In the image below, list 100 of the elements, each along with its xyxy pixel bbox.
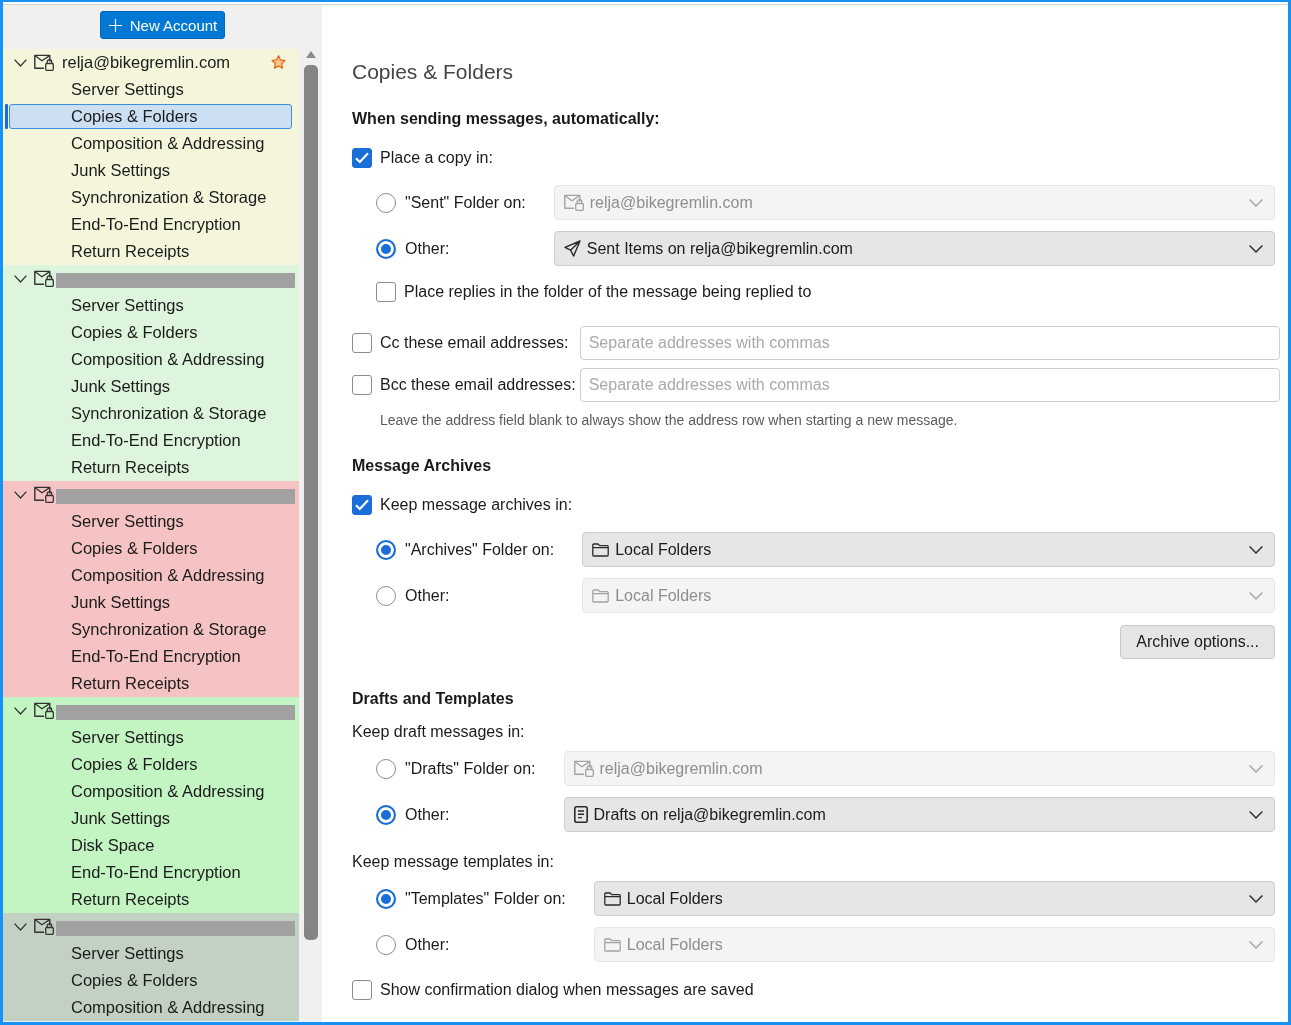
radio-button[interactable]: [376, 238, 396, 259]
tree-item[interactable]: Composition & Addressing: [9, 779, 292, 804]
radio-button[interactable]: [376, 192, 396, 213]
radio-label: "Archives" Folder on:: [405, 539, 555, 560]
mail-lock-icon: [34, 54, 54, 71]
chevron-down-icon: [1249, 198, 1263, 207]
tree-item[interactable]: End-To-End Encryption: [9, 212, 292, 237]
chevron-down-icon: [1249, 545, 1263, 554]
tree-item[interactable]: Synchronization & Storage: [9, 185, 292, 210]
checkbox-label: Cc these email addresses:: [380, 333, 569, 353]
folder-picker[interactable]: Local Folders: [593, 881, 1275, 916]
folder-icon: [592, 542, 610, 557]
radio-label: Other:: [405, 585, 450, 606]
tree-item[interactable]: Copies & Folders: [9, 968, 292, 993]
radio-button[interactable]: [376, 758, 396, 779]
folder-icon: [603, 891, 621, 906]
checkbox[interactable]: [352, 980, 372, 1000]
radio-button[interactable]: [376, 539, 396, 560]
selection-indicator: [5, 104, 8, 129]
tree-item[interactable]: Synchronization & Storage: [9, 617, 292, 642]
tree-item[interactable]: Copies & Folders: [9, 752, 292, 777]
checkbox-label: Show confirmation dialog when messages are saved: [380, 980, 754, 1000]
tree-item[interactable]: Server Settings: [9, 725, 292, 750]
chevron-down-icon[interactable]: [14, 922, 27, 931]
tree-item[interactable]: Server Settings: [9, 941, 292, 966]
tree-item[interactable]: Junk Settings: [9, 806, 292, 831]
tree-item[interactable]: Synchronization & Storage: [9, 401, 292, 426]
checkbox[interactable]: [352, 333, 372, 353]
radio-label: "Sent" Folder on:: [405, 192, 526, 213]
tree-item[interactable]: Server Settings: [9, 77, 292, 102]
tree-item[interactable]: Disk Space: [9, 833, 292, 858]
radio-label: "Drafts" Folder on:: [405, 758, 536, 779]
folder-icon: [603, 937, 621, 952]
options-button[interactable]: Archive options...: [1120, 625, 1275, 659]
checkbox-label: Bcc these email addresses:: [380, 375, 576, 395]
mail-lock-icon: [573, 760, 594, 777]
tree-item[interactable]: Junk Settings: [9, 590, 292, 615]
hint-text: Leave the address field blank to always show the address row when starting a new message.: [379, 411, 959, 430]
mail-lock-icon: [34, 486, 54, 503]
tree-item[interactable]: Copies & Folders: [9, 104, 292, 129]
group-label: Keep message templates in:: [352, 852, 555, 872]
page-title: Copies & Folders: [352, 59, 515, 85]
new-account-button[interactable]: New Account: [99, 11, 226, 39]
checkbox[interactable]: [352, 375, 372, 395]
section-heading: When sending messages, automatically:: [352, 109, 661, 129]
checkmark-icon: [355, 499, 369, 511]
chevron-down-icon[interactable]: [14, 58, 27, 67]
chevron-down-icon[interactable]: [14, 490, 27, 499]
section-heading: Message Archives: [352, 456, 493, 476]
radio-label: Other:: [405, 934, 450, 955]
folder-picker[interactable]: Sent Items on relja@bikegremlin.com: [553, 231, 1275, 266]
tree-item[interactable]: Return Receipts: [9, 671, 292, 696]
tree-item[interactable]: Return Receipts: [9, 455, 292, 480]
mail-lock-icon: [34, 702, 54, 719]
tree-item[interactable]: End-To-End Encryption: [9, 644, 292, 669]
radio-label: Other:: [405, 238, 450, 259]
checkbox[interactable]: [352, 495, 372, 515]
tree-item[interactable]: Server Settings: [9, 509, 292, 534]
folder-picker[interactable]: Drafts on relja@bikegremlin.com: [563, 797, 1275, 832]
tree-item[interactable]: Composition & Addressing: [9, 347, 292, 372]
tree-item[interactable]: Junk Settings: [9, 374, 292, 399]
radio-button[interactable]: [376, 804, 396, 825]
tree-item[interactable]: Copies & Folders: [9, 320, 292, 345]
tree-item[interactable]: Return Receipts: [9, 887, 292, 912]
tree-item[interactable]: Composition & Addressing: [9, 995, 292, 1020]
tree-item[interactable]: Composition & Addressing: [9, 131, 292, 156]
checkbox-label: Place a copy in:: [380, 148, 493, 168]
plus-icon: [108, 18, 122, 32]
section-heading: Drafts and Templates: [352, 689, 515, 709]
chevron-down-icon: [1249, 894, 1263, 903]
tree-item[interactable]: End-To-End Encryption: [9, 428, 292, 453]
tree-item[interactable]: Copies & Folders: [9, 536, 292, 561]
folder-picker[interactable]: Local Folders: [582, 532, 1275, 567]
tree-item[interactable]: Junk Settings: [9, 158, 292, 183]
tree-item[interactable]: Server Settings: [9, 293, 292, 318]
account-name[interactable]: relja@bikegremlin.com: [62, 50, 231, 75]
tree-item[interactable]: End-To-End Encryption: [9, 860, 292, 885]
tree-item[interactable]: Return Receipts: [9, 239, 292, 264]
scroll-up-icon[interactable]: [305, 51, 316, 58]
input-field[interactable]: Separate addresses with commas: [579, 368, 1280, 402]
mail-lock-icon: [34, 918, 54, 935]
chevron-down-icon: [1249, 810, 1263, 819]
radio-label: Other:: [405, 804, 450, 825]
mail-lock-icon: [34, 270, 54, 287]
scrollbar-thumb[interactable]: [303, 65, 318, 940]
checkbox[interactable]: [352, 148, 372, 168]
checkbox[interactable]: [376, 282, 396, 302]
radio-button[interactable]: [376, 888, 396, 909]
paper-plane-icon: [563, 240, 581, 257]
checkmark-icon: [355, 152, 369, 164]
tree-item[interactable]: Composition & Addressing: [9, 563, 292, 588]
chevron-down-icon[interactable]: [14, 274, 27, 283]
chevron-down-icon[interactable]: [14, 706, 27, 715]
input-field[interactable]: Separate addresses with commas: [579, 326, 1280, 360]
radio-button[interactable]: [376, 934, 396, 955]
checkbox-label: Place replies in the folder of the message being replied to: [404, 282, 812, 302]
radio-button[interactable]: [376, 585, 396, 606]
folder-icon: [592, 588, 610, 603]
chevron-down-icon: [1249, 764, 1263, 773]
mail-lock-icon: [563, 194, 584, 211]
